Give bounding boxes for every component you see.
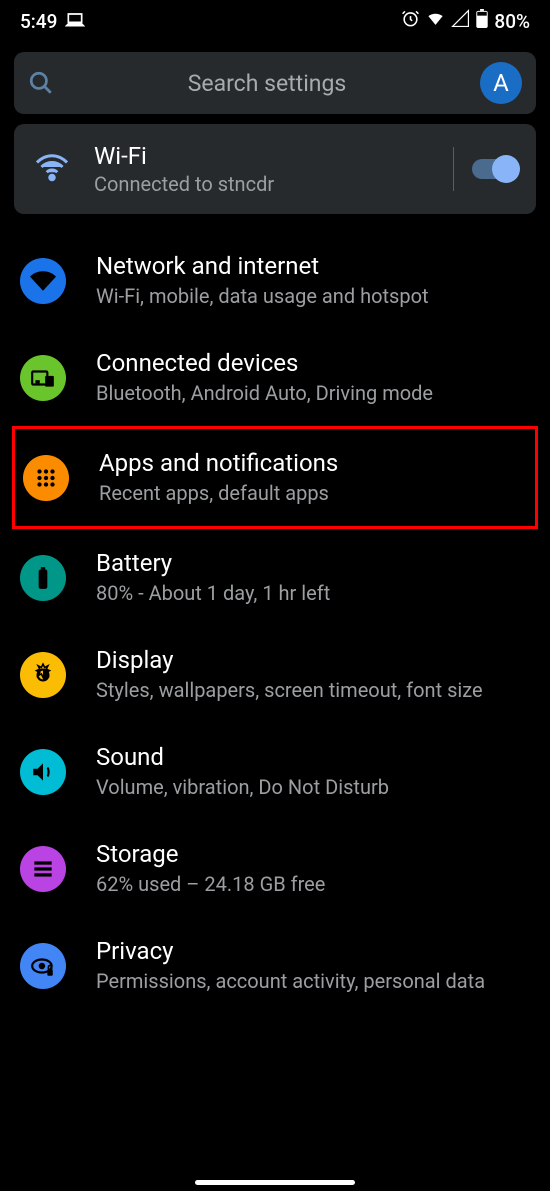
item-subtitle: 62% used – 24.18 GB free bbox=[96, 871, 530, 897]
settings-item-connected-devices[interactable]: Connected devices Bluetooth, Android Aut… bbox=[0, 329, 550, 426]
avatar[interactable]: A bbox=[480, 62, 522, 104]
wifi-toggle[interactable] bbox=[472, 159, 516, 179]
nav-home-indicator[interactable] bbox=[195, 1180, 355, 1185]
item-subtitle: Wi-Fi, mobile, data usage and hotspot bbox=[96, 283, 530, 309]
toggle-thumb bbox=[492, 155, 520, 183]
avatar-letter: A bbox=[493, 69, 509, 97]
settings-item-battery[interactable]: Battery 80% - About 1 day, 1 hr left bbox=[0, 529, 550, 626]
item-title: Sound bbox=[96, 743, 530, 771]
apps-icon bbox=[23, 455, 69, 501]
item-subtitle: 80% - About 1 day, 1 hr left bbox=[96, 580, 530, 606]
item-title: Storage bbox=[96, 840, 530, 868]
item-subtitle: Permissions, account activity, personal … bbox=[96, 968, 530, 994]
alarm-icon bbox=[401, 9, 420, 33]
status-left: 5:49 bbox=[20, 9, 85, 34]
search-icon bbox=[28, 70, 54, 96]
privacy-icon bbox=[20, 943, 66, 989]
laptop-icon bbox=[65, 9, 85, 34]
settings-list: Network and internet Wi-Fi, mobile, data… bbox=[0, 224, 550, 1022]
item-subtitle: Bluetooth, Android Auto, Driving mode bbox=[96, 380, 530, 406]
devices-icon bbox=[20, 355, 66, 401]
network-icon bbox=[20, 258, 66, 304]
wifi-icon bbox=[34, 149, 74, 189]
divider bbox=[453, 147, 454, 191]
storage-icon bbox=[20, 846, 66, 892]
item-title: Battery bbox=[96, 549, 530, 577]
item-subtitle: Styles, wallpapers, screen timeout, font… bbox=[96, 677, 530, 703]
item-title: Privacy bbox=[96, 937, 530, 965]
status-bar: 5:49 80% bbox=[0, 0, 550, 42]
settings-item-privacy[interactable]: Privacy Permissions, account activity, p… bbox=[0, 917, 550, 1014]
item-title: Display bbox=[96, 646, 530, 674]
wifi-status-icon bbox=[426, 9, 445, 33]
wifi-subtitle: Connected to stncdr bbox=[94, 172, 435, 196]
item-title: Apps and notifications bbox=[99, 449, 527, 477]
settings-item-apps[interactable]: Apps and notifications Recent apps, defa… bbox=[15, 429, 535, 526]
search-bar[interactable]: Search settings A bbox=[14, 52, 536, 114]
wifi-title: Wi-Fi bbox=[94, 142, 435, 170]
settings-item-display[interactable]: Display Styles, wallpapers, screen timeo… bbox=[0, 626, 550, 723]
item-title: Connected devices bbox=[96, 349, 530, 377]
status-right: 80% bbox=[401, 9, 530, 33]
settings-item-sound[interactable]: Sound Volume, vibration, Do Not Disturb bbox=[0, 723, 550, 820]
battery-setting-icon bbox=[20, 555, 66, 601]
wifi-card-text: Wi-Fi Connected to stncdr bbox=[94, 142, 435, 196]
signal-icon bbox=[451, 9, 470, 33]
status-time: 5:49 bbox=[20, 10, 57, 33]
battery-percent: 80% bbox=[494, 10, 530, 33]
item-subtitle: Volume, vibration, Do Not Disturb bbox=[96, 774, 530, 800]
sound-icon bbox=[20, 749, 66, 795]
display-icon bbox=[20, 652, 66, 698]
search-placeholder: Search settings bbox=[54, 70, 480, 97]
item-title: Network and internet bbox=[96, 252, 530, 280]
item-subtitle: Recent apps, default apps bbox=[99, 480, 527, 506]
settings-item-network[interactable]: Network and internet Wi-Fi, mobile, data… bbox=[0, 232, 550, 329]
battery-icon bbox=[476, 9, 488, 33]
wifi-quick-card[interactable]: Wi-Fi Connected to stncdr bbox=[14, 124, 536, 214]
highlight-box: Apps and notifications Recent apps, defa… bbox=[12, 426, 538, 529]
settings-item-storage[interactable]: Storage 62% used – 24.18 GB free bbox=[0, 820, 550, 917]
